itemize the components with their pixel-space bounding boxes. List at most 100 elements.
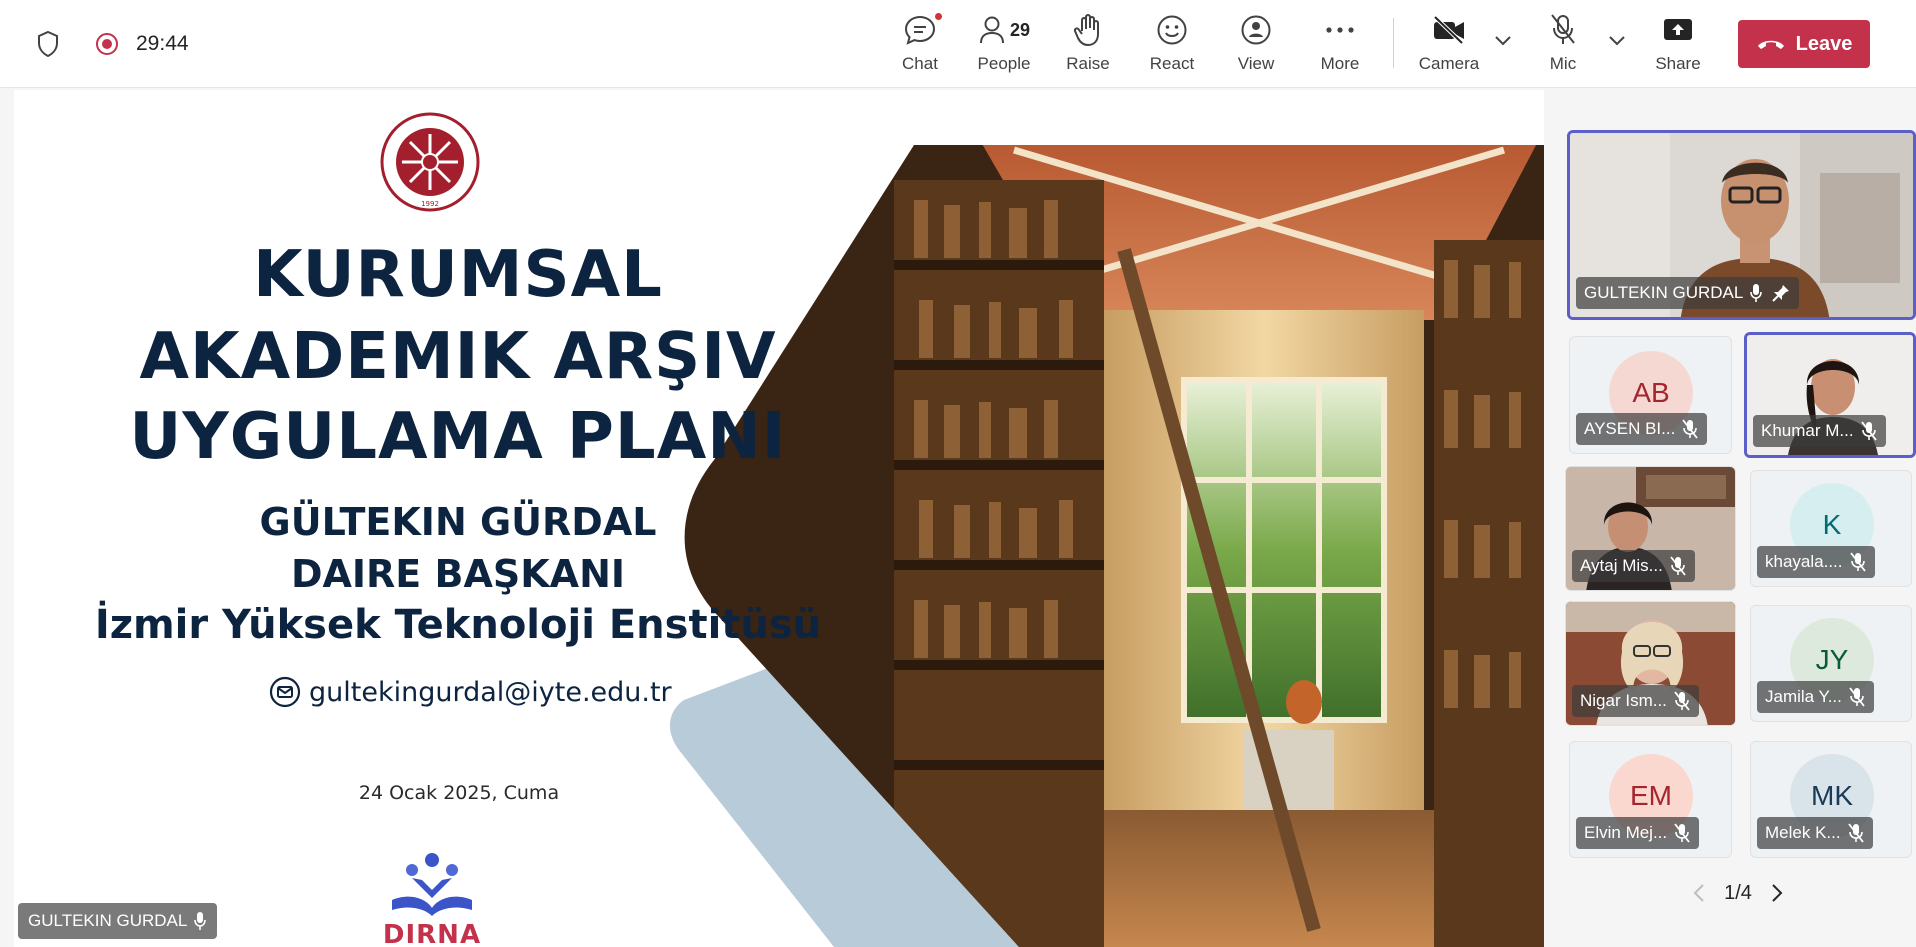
people-button[interactable]: 29 People xyxy=(966,12,1042,78)
mic-icon xyxy=(194,912,207,930)
participant-name: GULTEKIN GURDAL xyxy=(1584,283,1744,302)
participant-tile[interactable]: K khayala.... xyxy=(1750,470,1912,587)
mic-off-icon xyxy=(1549,12,1577,48)
chevron-left-icon[interactable] xyxy=(1684,883,1714,903)
toolbar-divider xyxy=(1393,18,1394,68)
camera-label: Camera xyxy=(1418,54,1480,73)
participant-name-label: Jamila Y... xyxy=(1757,681,1874,713)
slide-date: 24 Ocak 2025, Cuma xyxy=(358,782,560,804)
participant-name: Jamila Y... xyxy=(1765,687,1842,706)
participant-tile-pinned[interactable]: GULTEKIN GURDAL xyxy=(1567,130,1916,320)
chat-label: Chat xyxy=(902,54,938,73)
slide-presenter-role: DAIRE BAŞKANI xyxy=(290,552,626,596)
presenter-label-text: GULTEKIN GURDAL xyxy=(28,911,188,930)
mic-muted-icon xyxy=(1849,687,1865,707)
meeting-timer: 29:44 xyxy=(136,32,189,55)
mail-icon xyxy=(269,676,301,708)
mic-button[interactable]: Mic xyxy=(1525,12,1601,78)
seal-year: 1992 xyxy=(421,200,439,208)
participant-name-label: Elvin Mej... xyxy=(1576,817,1700,849)
mic-muted-icon xyxy=(1674,691,1690,711)
people-count: 29 xyxy=(1009,19,1031,40)
react-icon xyxy=(1156,12,1188,48)
presenter-name-label: GULTEKIN GURDAL xyxy=(18,903,218,939)
mic-label: Mic xyxy=(1549,54,1577,73)
view-button[interactable]: View xyxy=(1218,12,1294,78)
mic-muted-icon xyxy=(1847,823,1864,843)
slide-institution: İzmir Yüksek Teknoloji Enstitüsü xyxy=(94,602,822,648)
participant-name: Khumar M... xyxy=(1761,421,1854,440)
participant-tile[interactable]: Aytaj Mis... xyxy=(1565,466,1736,591)
raise-label: Raise xyxy=(1066,54,1110,73)
participant-tile[interactable]: Nigar Ism... xyxy=(1565,601,1736,726)
more-label: More xyxy=(1320,54,1360,73)
participant-tile[interactable]: EM Elvin Mej... xyxy=(1569,741,1732,858)
raise-hand-button[interactable]: Raise xyxy=(1050,12,1126,78)
view-label: View xyxy=(1237,54,1275,73)
camera-options-chevron-down-icon[interactable] xyxy=(1494,34,1516,50)
mic-icon xyxy=(1750,284,1763,302)
participants-gallery: GULTEKIN GURDAL AB AYSEN BI... Khumar M.… xyxy=(1560,118,1916,947)
participant-name-label: AYSEN BI... xyxy=(1576,413,1708,445)
slide-title-line3: UYGULAMA PLANI xyxy=(129,400,787,474)
recording-icon xyxy=(96,33,118,55)
mic-muted-icon xyxy=(1674,823,1690,843)
camera-button[interactable]: Camera xyxy=(1411,12,1487,78)
chat-icon xyxy=(903,12,943,48)
leave-button[interactable]: Leave xyxy=(1738,20,1870,68)
participant-name-label: GULTEKIN GURDAL xyxy=(1576,277,1800,309)
meeting-status: 29:44 xyxy=(34,26,189,62)
chat-button[interactable]: Chat xyxy=(882,12,958,78)
participant-name: Aytaj Mis... xyxy=(1580,556,1663,575)
participant-name: Melek K... xyxy=(1765,823,1841,842)
react-label: React xyxy=(1149,54,1195,73)
meeting-toolbar: 29:44 Chat 29 People Raise React View Mo… xyxy=(0,0,1916,88)
leave-label: Leave xyxy=(1795,32,1853,55)
participant-tile[interactable]: Khumar M... xyxy=(1744,332,1916,458)
slide-title-line1: KURUMSAL xyxy=(253,238,663,312)
dirna-logo: DIRNA xyxy=(382,850,482,947)
dirna-logo-text: DIRNA xyxy=(382,920,482,947)
react-button[interactable]: React xyxy=(1134,12,1210,78)
slide-title-line2: AKADEMIK ARŞIV xyxy=(139,320,777,394)
participant-name: AYSEN BI... xyxy=(1584,419,1676,438)
pin-icon xyxy=(1772,285,1790,302)
share-button[interactable]: Share xyxy=(1640,12,1716,78)
more-icon xyxy=(1325,12,1355,48)
chevron-right-icon[interactable] xyxy=(1762,883,1792,903)
mic-muted-icon xyxy=(1860,421,1877,441)
shared-presentation-slide: 1992 KURUMSAL AKADEMIK ARŞIV UYGULAMA PL… xyxy=(14,90,1544,947)
iyte-seal-logo: 1992 xyxy=(380,112,480,212)
participant-name: Nigar Ism... xyxy=(1580,691,1667,710)
participant-name: Elvin Mej... xyxy=(1584,823,1668,842)
mic-muted-icon xyxy=(1849,552,1866,572)
mic-options-chevron-down-icon[interactable] xyxy=(1608,34,1630,50)
participant-name-label: Aytaj Mis... xyxy=(1572,550,1695,582)
participant-tile[interactable]: JY Jamila Y... xyxy=(1750,605,1912,722)
raise-hand-icon xyxy=(1073,12,1103,48)
people-label: People xyxy=(977,54,1031,73)
chat-notification-dot xyxy=(934,12,943,21)
view-icon xyxy=(1240,12,1272,48)
mic-muted-icon xyxy=(1670,556,1686,576)
participant-tile[interactable]: MK Melek K... xyxy=(1750,741,1912,858)
camera-off-icon xyxy=(1431,12,1467,48)
slide-email: gultekingurdal@iyte.edu.tr xyxy=(269,676,672,708)
shield-icon[interactable] xyxy=(34,27,62,61)
gallery-pager: 1/4 xyxy=(1560,868,1916,918)
share-icon xyxy=(1662,12,1694,48)
participant-name-label: Khumar M... xyxy=(1753,415,1886,447)
participant-name-label: Nigar Ism... xyxy=(1572,685,1699,717)
participant-name: khayala.... xyxy=(1765,552,1843,571)
participant-name-label: Melek K... xyxy=(1757,817,1873,849)
slide-presenter-name: GÜLTEKIN GÜRDAL xyxy=(259,500,657,544)
participant-tile[interactable]: AB AYSEN BI... xyxy=(1569,336,1732,454)
more-button[interactable]: More xyxy=(1302,12,1378,78)
slide-email-text: gultekingurdal@iyte.edu.tr xyxy=(309,676,672,708)
mic-muted-icon xyxy=(1682,419,1699,439)
participant-name-label: khayala.... xyxy=(1757,546,1875,578)
people-icon: 29 xyxy=(978,12,1030,48)
share-label: Share xyxy=(1655,54,1701,73)
hang-up-icon xyxy=(1757,40,1784,49)
page-indicator: 1/4 xyxy=(1724,881,1752,904)
